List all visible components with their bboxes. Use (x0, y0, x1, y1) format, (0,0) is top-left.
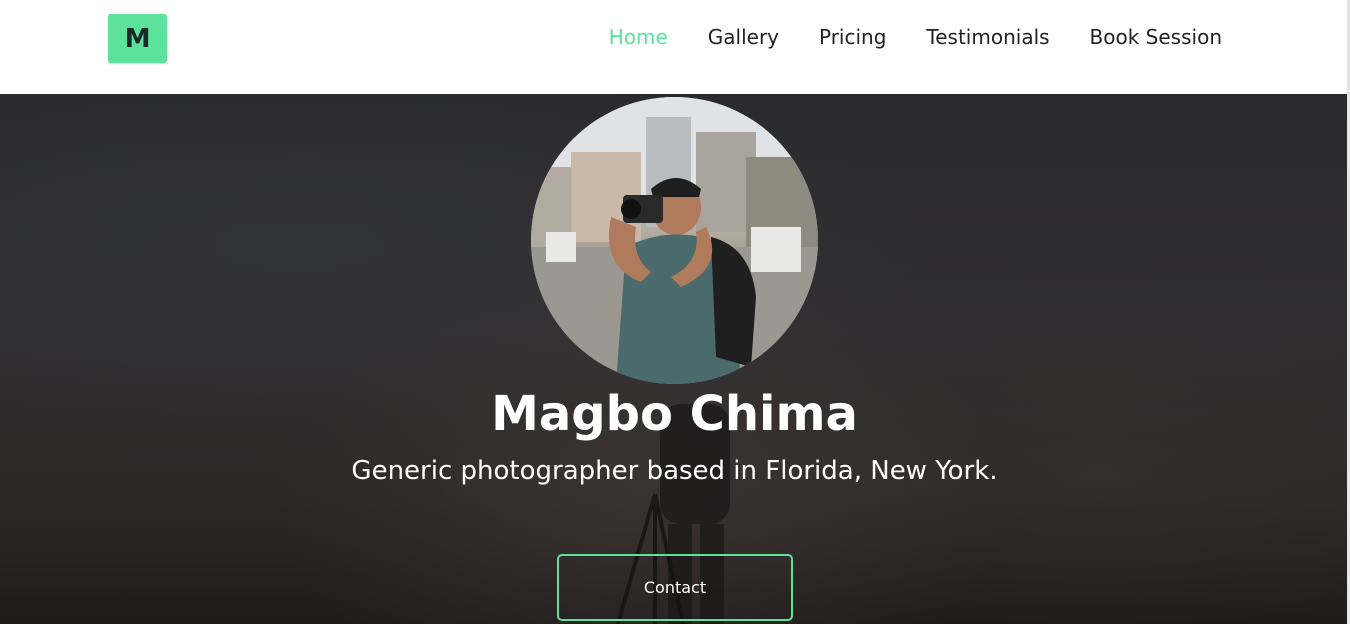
hero-name: Magbo Chima (491, 386, 858, 442)
logo[interactable]: M (108, 14, 167, 63)
nav-testimonials-link[interactable]: Testimonials (926, 25, 1049, 49)
hero-tagline: Generic photographer based in Florida, N… (351, 456, 998, 486)
hero-section: Magbo Chima Generic photographer based i… (0, 94, 1349, 624)
nav-gallery-link[interactable]: Gallery (708, 25, 779, 49)
photographer-image (531, 97, 818, 384)
nav-menu: Home Gallery Pricing Testimonials Book S… (609, 22, 1222, 52)
profile-photo (531, 97, 818, 384)
logo-letter: M (124, 23, 151, 54)
top-navbar: M Home Gallery Pricing Testimonials Book… (0, 0, 1350, 94)
nav-pricing-link[interactable]: Pricing (819, 25, 886, 49)
nav-home-link[interactable]: Home (609, 25, 668, 49)
contact-button[interactable]: Contact (557, 554, 793, 621)
nav-book-session-link[interactable]: Book Session (1090, 25, 1222, 49)
